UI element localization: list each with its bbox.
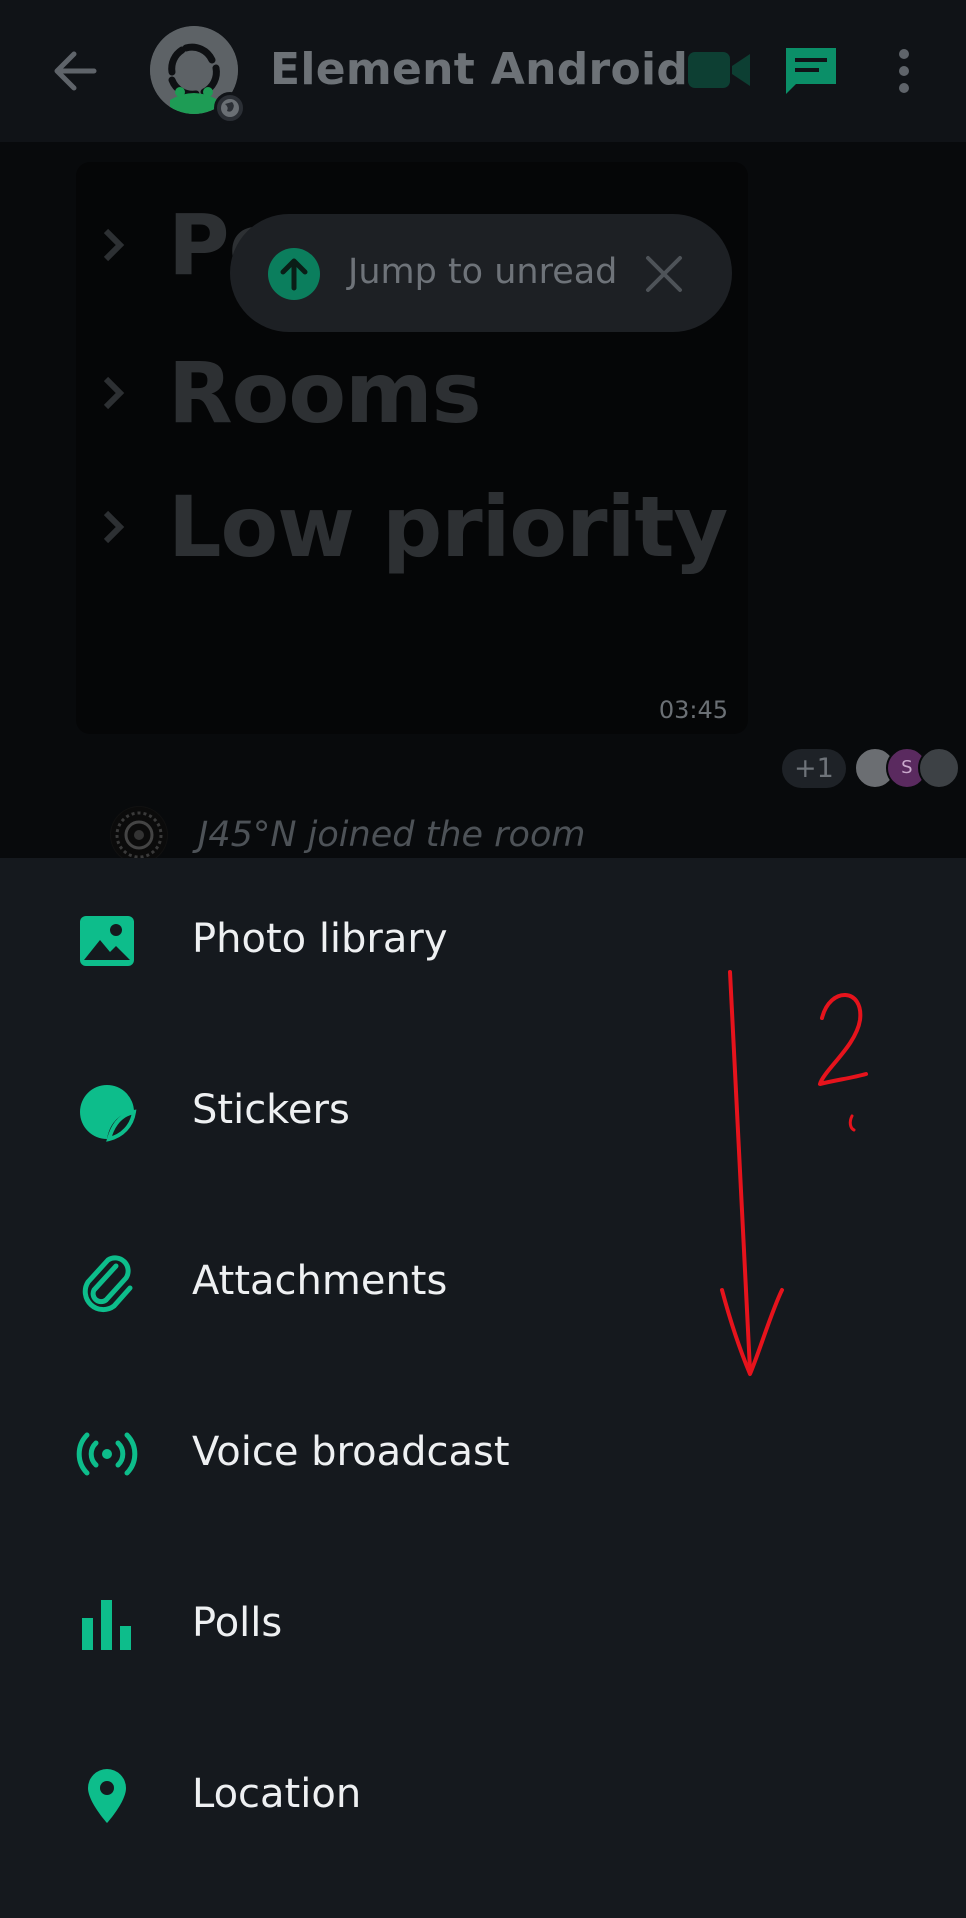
chevron-right-icon [103,376,125,410]
image-row: Rooms [76,344,482,442]
chevron-right-icon [103,510,125,544]
threads-icon[interactable] [782,44,840,98]
image-row-text: Low priority [168,478,728,576]
membership-event-text: J45°N joined the room [198,815,586,855]
attachment-option-label: Attachments [192,1258,448,1304]
image-icon [80,916,134,966]
more-vertical-icon[interactable] [892,48,916,94]
avatar [917,747,960,789]
jump-to-unread-label: Jump to unread [348,252,618,292]
room-title[interactable]: Element Android [270,44,688,95]
handwritten-annotation [720,970,868,1376]
location-pin-icon [88,1769,126,1823]
close-icon[interactable] [642,252,686,296]
arrow-left-icon[interactable] [50,46,100,96]
avatar [110,806,168,864]
jump-to-unread-pill[interactable]: Jump to unread [230,214,732,332]
attachment-option-polls[interactable]: Polls [0,1552,966,1702]
public-room-badge [214,92,246,124]
attachment-option-label: Photo library [192,916,448,962]
image-row-text: Rooms [168,344,482,442]
attachment-option-label: Stickers [192,1087,350,1133]
chevron-right-icon [103,228,125,262]
broadcast-icon [76,1432,138,1476]
read-receipts[interactable]: +1 S [782,746,960,790]
image-row: Low priority [76,478,728,576]
sticker-icon [80,1085,137,1142]
membership-event: J45°N joined the room [110,806,585,864]
top-app-bar: Element Android [0,0,966,142]
arrow-up-icon [268,248,320,300]
paperclip-icon [82,1255,133,1312]
message-timestamp: 03:45 [658,696,728,724]
attachment-option-label: Voice broadcast [192,1429,510,1475]
attachment-option-label: Polls [192,1600,283,1646]
attachment-option-location[interactable]: Location [0,1723,966,1873]
globe-icon [221,99,239,117]
attachment-option-label: Location [192,1771,362,1817]
timeline[interactable]: Pe Rooms Low priority 03:45 Jump to unre… [0,142,966,864]
read-receipts-count: +1 [782,748,846,788]
poll-icon [82,1600,131,1650]
attachment-option-voice-broadcast[interactable]: Voice broadcast [0,1381,966,1531]
video-camera-icon[interactable] [688,48,750,92]
